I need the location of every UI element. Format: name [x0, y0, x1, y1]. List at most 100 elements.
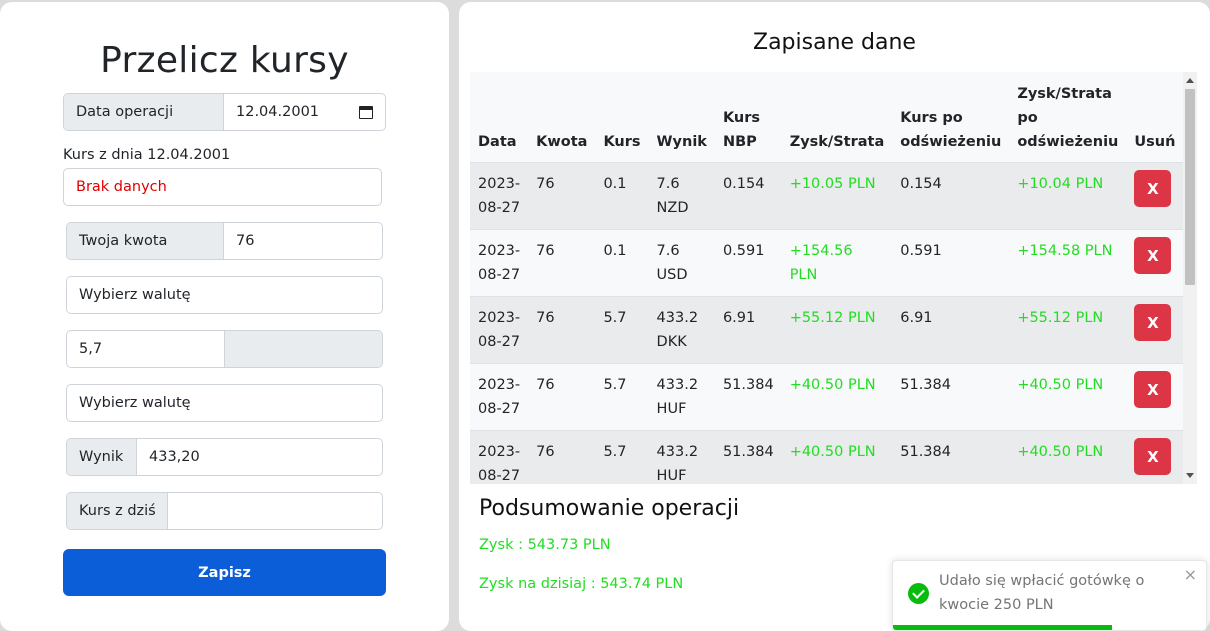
- cell-refreshed-rate: 51.384: [892, 430, 1010, 484]
- rate-input-group: 5,7: [66, 330, 383, 368]
- currency-select-2-value: Wybierz walutę: [79, 395, 191, 411]
- cell-refreshed-rate: 51.384: [892, 363, 1010, 431]
- cell-refreshed-profit: +40.50 PLN: [1009, 363, 1127, 431]
- col-profit: Zysk/Strata: [781, 72, 893, 163]
- check-circle-icon: [908, 583, 929, 604]
- col-nbp-rate: Kurs NBP: [714, 72, 782, 163]
- col-amount: Kwota: [528, 72, 596, 163]
- cell-amount: 76: [528, 363, 596, 431]
- cell-date: 2023-08-27: [470, 162, 529, 230]
- cell-profit: +40.50 PLN: [781, 430, 893, 484]
- cell-delete: X: [1126, 363, 1184, 431]
- delete-button[interactable]: X: [1134, 237, 1172, 274]
- amount-input-group: Twoja kwota 76: [66, 222, 383, 260]
- cell-refreshed-rate: 0.154: [892, 162, 1010, 230]
- cell-refreshed-rate: 6.91: [892, 296, 1010, 364]
- table-header-row: Data Kwota Kurs Wynik Kurs NBP Zysk/Stra…: [470, 72, 1184, 163]
- close-icon[interactable]: ×: [1184, 565, 1197, 584]
- cell-profit: +55.12 PLN: [781, 296, 893, 364]
- date-input[interactable]: 12.04.2001: [224, 94, 385, 130]
- cell-rate: 5.7: [595, 430, 649, 484]
- cell-nbp-rate: 51.384: [714, 363, 782, 431]
- currency-select-1[interactable]: Wybierz walutę: [66, 276, 383, 314]
- cell-result: 433.2 DKK: [648, 296, 715, 364]
- table-row: 2023-08-27 76 5.7 433.2 DKK 6.91 +55.12 PLN 6.…: [470, 296, 1184, 364]
- cell-result: 433.2 HUF: [648, 430, 715, 484]
- saved-table: Data Kwota Kurs Wynik Kurs NBP Zysk/Stra…: [470, 72, 1184, 484]
- cell-date: 2023-08-27: [470, 430, 529, 484]
- col-delete: Usuń: [1126, 72, 1184, 163]
- result-input-group: Wynik 433,20: [66, 438, 383, 476]
- rate-caption: Kurs z dnia 12.04.2001: [63, 147, 231, 163]
- scroll-thumb[interactable]: [1185, 89, 1195, 285]
- table-scrollbar[interactable]: [1183, 72, 1197, 484]
- col-refreshed-rate: Kurs po odświeżeniu: [892, 72, 1010, 163]
- cell-date: 2023-08-27: [470, 296, 529, 364]
- date-label: Data operacji: [64, 94, 224, 130]
- cell-rate: 0.1: [595, 162, 649, 230]
- cell-rate: 5.7: [595, 296, 649, 364]
- saved-data-panel: Zapisane dane Data Kwota Kurs Wynik Kurs…: [459, 2, 1210, 631]
- col-rate: Kurs: [595, 72, 649, 163]
- cell-date: 2023-08-27: [470, 363, 529, 431]
- toast-progress-bar: [893, 625, 1113, 630]
- cell-rate: 5.7: [595, 363, 649, 431]
- currency-select-2[interactable]: Wybierz walutę: [66, 384, 383, 422]
- table-row: 2023-08-27 76 0.1 7.6 USD 0.591 +154.56 PLN 0.…: [470, 229, 1184, 297]
- table-row: 2023-08-27 76 5.7 433.2 HUF 51.384 +40.50 PLN…: [470, 363, 1184, 431]
- cell-refreshed-profit: +40.50 PLN: [1009, 430, 1127, 484]
- date-input-group: Data operacji 12.04.2001: [63, 93, 386, 131]
- cell-delete: X: [1126, 296, 1184, 364]
- table-row: 2023-08-27 76 5.7 433.2 HUF 51.384 +40.50 PLN…: [470, 430, 1184, 484]
- rate-readonly-field: [225, 331, 382, 367]
- delete-button[interactable]: X: [1134, 371, 1172, 408]
- scroll-down-arrow-icon[interactable]: [1186, 473, 1194, 478]
- table-row: 2023-08-27 76 0.1 7.6 NZD 0.154 +10.05 PLN 0.1…: [470, 162, 1184, 230]
- save-button[interactable]: Zapisz: [63, 549, 386, 596]
- cell-profit: +154.56 PLN: [781, 229, 893, 297]
- today-rate-label: Kurs z dziś: [67, 493, 168, 529]
- cell-rate: 0.1: [595, 229, 649, 297]
- col-result: Wynik: [648, 72, 715, 163]
- delete-button[interactable]: X: [1134, 438, 1172, 475]
- delete-button[interactable]: X: [1134, 170, 1172, 207]
- scroll-up-arrow-icon[interactable]: [1186, 78, 1194, 83]
- today-rate-input[interactable]: [168, 493, 382, 529]
- cell-refreshed-profit: +154.58 PLN: [1009, 229, 1127, 297]
- result-label: Wynik: [67, 439, 137, 475]
- cell-nbp-rate: 0.154: [714, 162, 782, 230]
- rate-input[interactable]: 5,7: [67, 331, 225, 367]
- cell-delete: X: [1126, 430, 1184, 484]
- cell-amount: 76: [528, 162, 596, 230]
- delete-button[interactable]: X: [1134, 304, 1172, 341]
- toast-message: Udało się wpłacić gotówkę o kwocie 250 P…: [939, 573, 1145, 613]
- cell-refreshed-profit: +55.12 PLN: [1009, 296, 1127, 364]
- cell-refreshed-rate: 0.591: [892, 229, 1010, 297]
- cell-nbp-rate: 6.91: [714, 296, 782, 364]
- cell-refreshed-profit: +10.04 PLN: [1009, 162, 1127, 230]
- summary-title: Podsumowanie operacji: [479, 496, 740, 521]
- no-data-text: Brak danych: [76, 179, 167, 195]
- cell-nbp-rate: 0.591: [714, 229, 782, 297]
- cell-delete: X: [1126, 162, 1184, 230]
- cell-profit: +40.50 PLN: [781, 363, 893, 431]
- summary-profit-today: Zysk na dzisiaj : 543.74 PLN: [479, 576, 684, 592]
- amount-input[interactable]: 76: [224, 223, 382, 259]
- cell-delete: X: [1126, 229, 1184, 297]
- calendar-icon[interactable]: [359, 105, 373, 119]
- cell-result: 7.6 NZD: [648, 162, 715, 230]
- date-value: 12.04.2001: [236, 104, 320, 120]
- currency-select-1-value: Wybierz walutę: [79, 287, 191, 303]
- cell-profit: +10.05 PLN: [781, 162, 893, 230]
- col-date: Data: [470, 72, 529, 163]
- success-toast: Udało się wpłacić gotówkę o kwocie 250 P…: [892, 560, 1207, 631]
- today-rate-input-group: Kurs z dziś: [66, 492, 383, 530]
- cell-date: 2023-08-27: [470, 229, 529, 297]
- cell-amount: 76: [528, 430, 596, 484]
- cell-amount: 76: [528, 229, 596, 297]
- result-input[interactable]: 433,20: [137, 439, 382, 475]
- page-title: Przelicz kursy: [100, 40, 349, 81]
- saved-table-container[interactable]: Data Kwota Kurs Wynik Kurs NBP Zysk/Stra…: [470, 72, 1197, 484]
- converter-panel: Przelicz kursy Data operacji 12.04.2001 …: [0, 2, 449, 631]
- cell-amount: 76: [528, 296, 596, 364]
